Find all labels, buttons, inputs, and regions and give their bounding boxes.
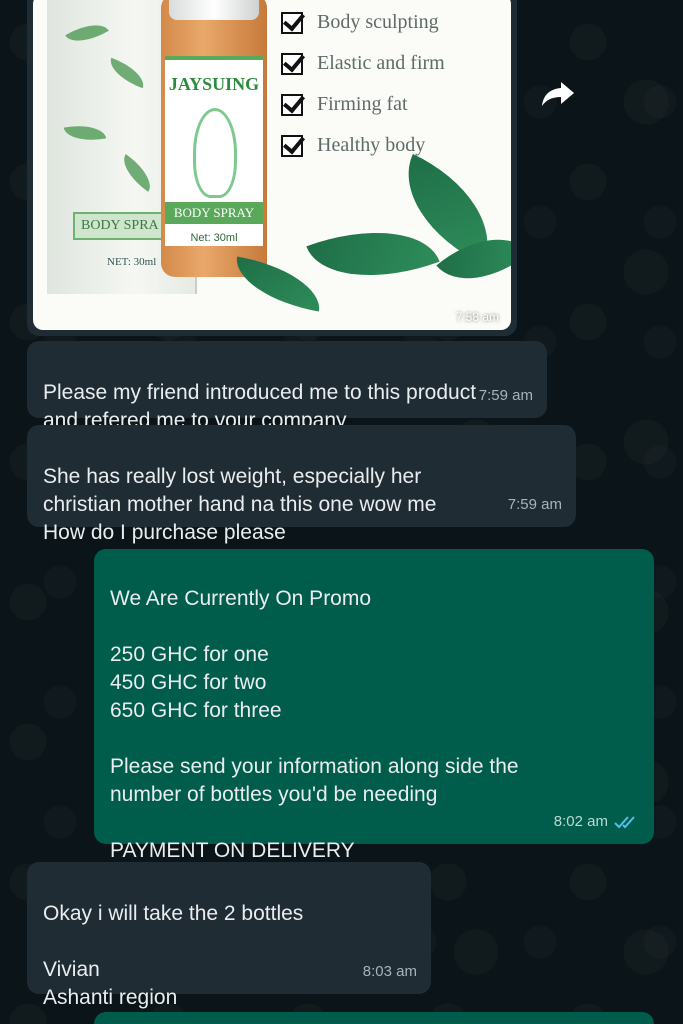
message-text: Okay i will take the 2 bottles Vivian As…	[43, 902, 304, 1009]
leaf-decoration	[230, 256, 326, 312]
incoming-message[interactable]: Okay i will take the 2 bottles Vivian As…	[27, 862, 431, 1009]
feature-item: Body sculpting	[281, 2, 445, 43]
checkbox-icon	[281, 93, 303, 116]
message-timestamp: 8:03 am	[362, 963, 417, 980]
brand-name: JAYSUING	[168, 74, 260, 94]
forward-button[interactable]	[536, 72, 580, 116]
feature-item: Firming fat	[281, 84, 445, 125]
box-label: BODY SPRA	[73, 212, 167, 240]
product-bottle: JAYSUING BODY SPRAY Net: 30ml	[161, 0, 267, 277]
incoming-message[interactable]: Please my friend introduced me to this p…	[27, 341, 547, 432]
leaf-decoration	[306, 205, 440, 303]
product-image[interactable]: BODY SPRA NET: 30ml JAYSUING BODY SPRAY …	[33, 0, 511, 330]
checkbox-icon	[281, 11, 303, 34]
message-timestamp: 7:59 am	[507, 496, 562, 513]
feature-item: Elastic and firm	[281, 43, 445, 84]
checkbox-icon	[281, 52, 303, 75]
box-net: NET: 30ml	[107, 256, 157, 268]
read-receipt-icon	[614, 816, 635, 829]
image-message[interactable]: BODY SPRA NET: 30ml JAYSUING BODY SPRAY …	[27, 0, 517, 336]
checkbox-icon	[281, 134, 303, 157]
outgoing-message[interactable]: We Are Currently On Promo 250 GHC for on…	[94, 549, 654, 862]
bottle-band: BODY SPRAY	[165, 202, 263, 224]
message-timestamp: 8:02 am	[554, 808, 640, 836]
feature-list: Body sculpting Elastic and firm Firming …	[281, 2, 445, 166]
forward-icon	[542, 82, 574, 106]
outgoing-message-partial[interactable]	[94, 1012, 654, 1024]
bottle-net: Net: 30ml	[190, 232, 238, 244]
message-timestamp: 7:59 am	[478, 387, 533, 404]
message-text: She has really lost weight, especially h…	[43, 465, 437, 544]
image-timestamp: 7:58 am	[455, 310, 499, 324]
incoming-message[interactable]: She has really lost weight, especially h…	[27, 425, 576, 544]
body-silhouette-icon	[193, 108, 237, 198]
